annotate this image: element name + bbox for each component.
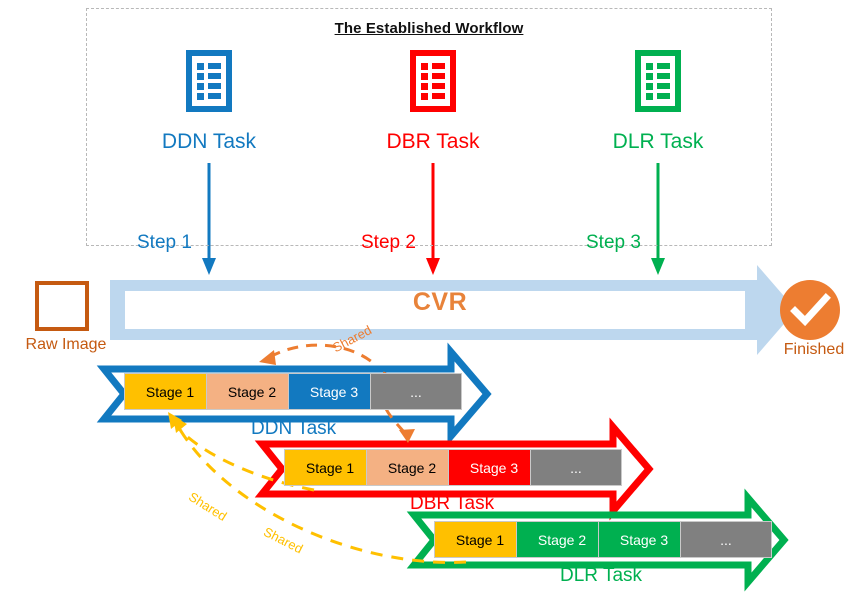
cvr-label: CVR (412, 288, 468, 316)
raw-image-frame (35, 281, 89, 331)
ddn-stage-1[interactable]: Stage 1 (124, 373, 216, 410)
finished-label: Finished (783, 341, 845, 358)
dlr-stage-more[interactable]: ... (680, 521, 772, 558)
dlr-stage-1[interactable]: Stage 1 (434, 521, 526, 558)
dbr-task-checklist-document-icon (410, 50, 456, 112)
ddn-stage-more[interactable]: ... (370, 373, 462, 410)
raw-image-label: Raw Image (25, 336, 107, 353)
diagram-canvas: The Established Workflow DDN Task DBR Ta… (0, 0, 863, 608)
page-title: The Established Workflow (334, 20, 524, 37)
dlr-task-checklist-document-icon (635, 50, 681, 112)
dbr-row-label: DBR Task (410, 493, 495, 514)
check-circle-icon (780, 280, 840, 340)
step-2-label: Step 2 (361, 232, 416, 253)
ddn-stage-3[interactable]: Stage 3 (288, 373, 380, 410)
dlr-stage-3[interactable]: Stage 3 (598, 521, 690, 558)
shared-link-orange-1 (259, 343, 373, 365)
ddn-row-label: DDN Task (251, 418, 337, 439)
step-1-label: Step 1 (137, 232, 192, 253)
dlr-row-label: DLR Task (560, 565, 643, 586)
ddn-task-checklist-document-icon (186, 50, 232, 112)
workflow-panel (86, 8, 772, 246)
dbr-task-label: DBR Task (386, 130, 480, 153)
dlr-task-label: DLR Task (612, 130, 704, 153)
dbr-stage-3[interactable]: Stage 3 (448, 449, 540, 486)
ddn-stage-2[interactable]: Stage 2 (206, 373, 298, 410)
dbr-stage-more[interactable]: ... (530, 449, 622, 486)
dbr-stage-2[interactable]: Stage 2 (366, 449, 458, 486)
ddn-task-label: DDN Task (161, 130, 257, 153)
dbr-stage-1[interactable]: Stage 1 (284, 449, 376, 486)
step-3-label: Step 3 (586, 232, 641, 253)
dlr-stage-2[interactable]: Stage 2 (516, 521, 608, 558)
